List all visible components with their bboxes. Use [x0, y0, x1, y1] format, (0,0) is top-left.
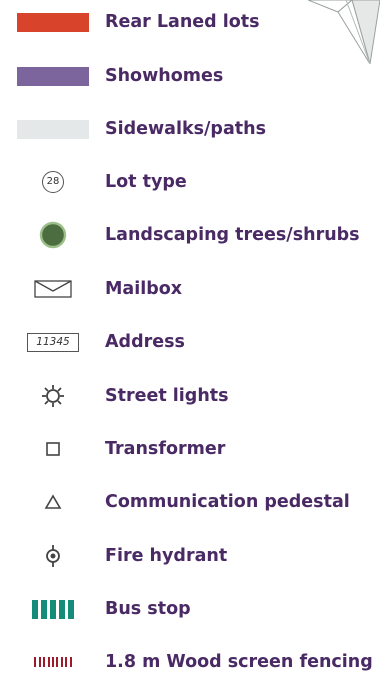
envelope-icon: [34, 280, 72, 298]
fence-icon: [34, 657, 72, 667]
rear-laned-swatch: [17, 12, 89, 32]
fence-post: [60, 657, 63, 667]
legend-label: Transformer: [105, 439, 226, 459]
legend-label: Fire hydrant: [105, 546, 228, 566]
legend-item-address: 11345 Address: [0, 327, 380, 357]
legend-item-fire-hydrant: Fire hydrant: [0, 541, 380, 571]
tree-icon: [39, 221, 67, 249]
fence-post: [52, 657, 54, 667]
bus-bar: [32, 599, 38, 619]
fence-post: [34, 657, 37, 667]
bus-bar: [50, 599, 56, 619]
legend-item-street-lights: Street lights: [0, 381, 380, 411]
legend-label: Showhomes: [105, 66, 224, 86]
legend-item-transformer: Transformer: [0, 434, 380, 464]
fence-post: [43, 657, 46, 667]
hydrant-icon: [46, 545, 60, 567]
showhomes-swatch: [17, 66, 89, 86]
legend-label: Sidewalks/paths: [105, 119, 266, 139]
legend-item-landscaping: Landscaping trees/shrubs: [0, 220, 380, 250]
fence-post: [47, 657, 50, 667]
legend-label: Communication pedestal: [105, 492, 350, 512]
fence-post: [56, 657, 59, 667]
circled-number-icon: 28: [42, 171, 64, 193]
legend-item-showhomes: Showhomes: [0, 61, 380, 91]
square-icon: [46, 442, 60, 456]
legend-label: Rear Laned lots: [105, 12, 260, 32]
address-box-icon: 11345: [27, 332, 79, 352]
fence-post: [69, 657, 72, 667]
legend-label: Lot type: [105, 172, 187, 192]
legend-label: Address: [105, 332, 185, 352]
legend-item-bus-stop: Bus stop: [0, 594, 380, 624]
fence-post: [38, 657, 41, 667]
sidewalks-swatch: [17, 119, 89, 139]
legend-label: 1.8 m Wood screen fencing: [105, 652, 373, 672]
triangle-icon: [44, 494, 62, 509]
legend-label: Street lights: [105, 386, 229, 406]
legend-item-communication-pedestal: Communication pedestal: [0, 487, 380, 517]
fence-post: [65, 657, 68, 667]
bars-icon: [32, 599, 74, 619]
legend-label: Landscaping trees/shrubs: [105, 225, 360, 245]
legend-item-wood-fencing: 1.8 m Wood screen fencing: [0, 647, 380, 677]
bus-bar: [41, 599, 47, 619]
legend-item-sidewalks: Sidewalks/paths: [0, 114, 380, 144]
legend-item-mailbox: Mailbox: [0, 274, 380, 304]
bus-bar: [68, 599, 74, 619]
legend-label: Mailbox: [105, 279, 183, 299]
legend-label: Bus stop: [105, 599, 191, 619]
legend-item-lot-type: 28 Lot type: [0, 167, 380, 197]
legend-item-rear-laned-lots: Rear Laned lots: [0, 7, 380, 37]
bus-bar: [59, 599, 65, 619]
sun-icon: [42, 385, 64, 407]
